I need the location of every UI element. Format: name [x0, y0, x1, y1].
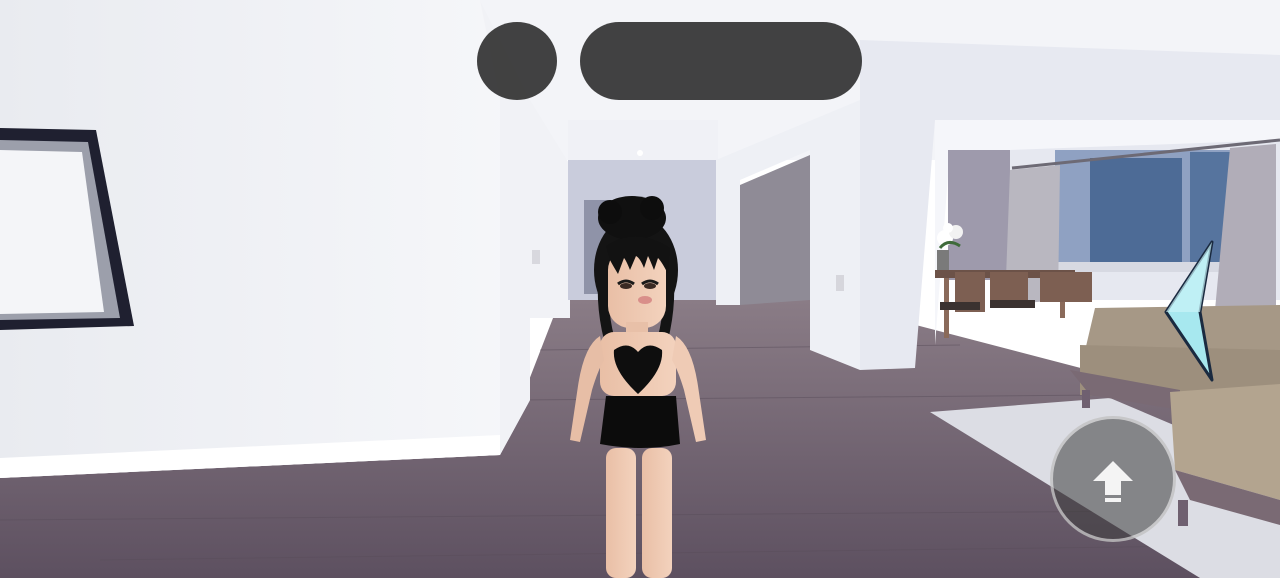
menu-button[interactable]	[477, 22, 557, 100]
triangle-left-icon[interactable]	[1160, 240, 1216, 384]
living-room-wall	[948, 150, 1010, 280]
jump-button[interactable]	[1050, 416, 1176, 542]
top-hud-bar[interactable]	[580, 22, 862, 100]
arrow-up-icon	[1093, 461, 1133, 502]
wall-switch	[532, 250, 540, 264]
dining-set	[935, 270, 1092, 338]
